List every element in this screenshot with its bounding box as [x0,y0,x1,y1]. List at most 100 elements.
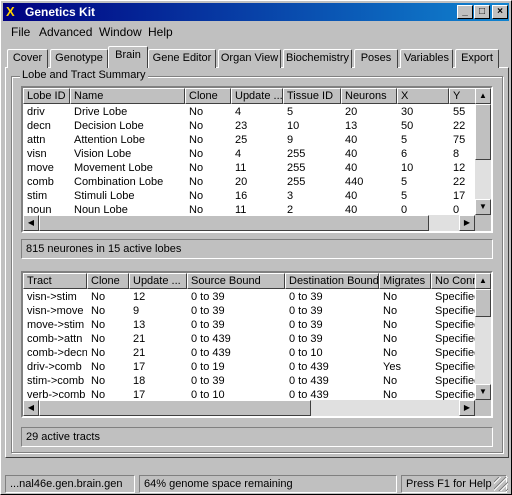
tract-row[interactable]: stim->comb No 18 0 to 39 0 to 439 No Specified [23,374,491,388]
cell: 0 to 39 [191,291,225,303]
cell: move->stim [27,319,85,331]
column-header[interactable]: Update ... [129,273,187,289]
cell: 0 to 439 [289,361,329,373]
scroll-thumb[interactable] [475,289,491,317]
column-header[interactable]: Tract [23,273,87,289]
scroll-down-icon[interactable]: ▼ [475,384,491,400]
column-header[interactable]: Clone [185,88,231,104]
tab-poses[interactable]: Poses [354,49,398,68]
scroll-thumb[interactable] [39,215,429,231]
tab-gene-editor[interactable]: Gene Editor [148,49,216,68]
scroll-right-icon[interactable]: ▶ [459,215,475,231]
status-file: ...nal46e.gen.brain.gen [5,475,135,493]
cell: visn->move [27,305,84,317]
cell: No [189,148,204,160]
cell: 40 [345,162,358,174]
column-header[interactable]: Lobe ID [23,88,70,104]
cell: 6 [401,148,408,160]
scroll-right-icon[interactable]: ▶ [459,400,475,416]
cell: No [91,347,106,359]
lobe-row[interactable]: stim Stimuli Lobe No 16 3 40 5 17 [23,189,489,203]
tab-export[interactable]: Export [455,49,499,68]
cell: 0 to 39 [289,319,323,331]
column-header[interactable]: Migrates [379,273,431,289]
column-header[interactable]: Destination Bound [285,273,379,289]
column-header[interactable]: X [397,88,449,104]
cell: No [383,291,398,303]
cell: No [91,333,106,345]
tract-row[interactable]: visn->move No 9 0 to 39 0 to 39 No Specified [23,304,491,318]
lobe-horizontal-scrollbar[interactable]: ◀ ▶ [23,215,475,231]
scroll-thumb[interactable] [475,104,491,160]
close-icon[interactable]: × [492,5,508,19]
cell: Vision Lobe [74,148,132,160]
cell: attn [27,134,46,146]
lobe-list[interactable]: Lobe ID Name Clone Update ... Tissue ID Neuro… [21,86,493,233]
menu-bar: File Advanced Window Help [3,22,509,42]
resize-grip-icon[interactable] [494,477,508,491]
column-header[interactable]: Clone [87,273,129,289]
menu-help[interactable]: Help [148,25,173,39]
scroll-thumb[interactable] [39,400,311,416]
tract-row[interactable]: comb->decn No 21 0 to 439 0 to 10 No Specified [23,346,491,360]
column-header[interactable]: Update ... [231,88,283,104]
scroll-left-icon[interactable]: ◀ [23,215,39,231]
column-header[interactable]: Tissue ID [283,88,341,104]
cell: No [91,319,106,331]
tab-cover[interactable]: Cover [7,49,48,68]
tab-organ-view[interactable]: Organ View [218,49,281,68]
lobe-row[interactable]: comb Combination Lobe No 20 255 440 5 22 [23,175,489,189]
tract-row[interactable]: move->stim No 13 0 to 39 0 to 39 No Specified [23,318,491,332]
lobe-row[interactable]: attn Attention Lobe No 25 9 40 5 75 [23,133,489,147]
cell: 0 to 19 [191,361,225,373]
tab-genotype[interactable]: Genotype [50,49,108,68]
cell: 16 [235,190,248,202]
tract-vertical-scrollbar[interactable]: ▲ ▼ [475,273,491,400]
column-header[interactable]: Neurons [341,88,397,104]
tract-row[interactable]: comb->attn No 21 0 to 439 0 to 39 No Specified [23,332,491,346]
tab-variables[interactable]: Variables [400,49,453,68]
cell: 18 [133,375,146,387]
cell: No [91,305,106,317]
tract-row[interactable]: driv->comb No 17 0 to 19 0 to 439 Yes Specifie… [23,360,491,374]
status-help: Press F1 for Help [401,475,507,493]
cell: driv [27,106,45,118]
scroll-up-icon[interactable]: ▲ [475,273,491,289]
lobe-row[interactable]: decn Decision Lobe No 23 10 13 50 22 [23,119,489,133]
cell: 0 to 39 [289,291,323,303]
cell: 255 [287,162,306,174]
tract-row[interactable]: visn->stim No 12 0 to 39 0 to 39 No Specified [23,290,491,304]
column-header[interactable]: Name [70,88,185,104]
tab-brain[interactable]: Brain [108,46,148,68]
lobe-vertical-scrollbar[interactable]: ▲ ▼ [475,88,491,215]
cell: 9 [287,134,294,146]
cell: Drive Lobe [74,106,128,118]
scroll-left-icon[interactable]: ◀ [23,400,39,416]
menu-advanced[interactable]: Advanced [39,25,92,39]
menu-file[interactable]: File [11,25,30,39]
lobe-row[interactable]: driv Drive Lobe No 4 5 20 30 55 [23,105,489,119]
cell: Stimuli Lobe [74,190,135,202]
cell: 5 [401,176,408,188]
cell: visn [27,148,47,160]
cell: Decision Lobe [74,120,144,132]
title-bar[interactable]: X Genetics Kit _ □ × [3,3,509,21]
cell: No [383,375,398,387]
minimize-icon[interactable]: _ [457,5,473,19]
cell: 4 [235,148,242,160]
menu-window[interactable]: Window [99,25,142,39]
cell: No [91,291,106,303]
window-title: Genetics Kit [25,5,96,19]
scroll-up-icon[interactable]: ▲ [475,88,491,104]
status-bar: ...nal46e.gen.brain.gen 64% genome space… [3,474,509,493]
cell: 10 [287,120,300,132]
tab-biochemistry[interactable]: Biochemistry [283,49,352,68]
cell: Movement Lobe [74,162,153,174]
tract-list[interactable]: Tract Clone Update ... Source Bound Destinat… [21,271,493,418]
scroll-down-icon[interactable]: ▼ [475,199,491,215]
tract-horizontal-scrollbar[interactable]: ◀ ▶ [23,400,475,416]
lobe-row[interactable]: visn Vision Lobe No 4 255 40 6 8 [23,147,489,161]
lobe-row[interactable]: move Movement Lobe No 11 255 40 10 12 [23,161,489,175]
column-header[interactable]: Source Bound [187,273,285,289]
maximize-icon[interactable]: □ [474,5,490,19]
